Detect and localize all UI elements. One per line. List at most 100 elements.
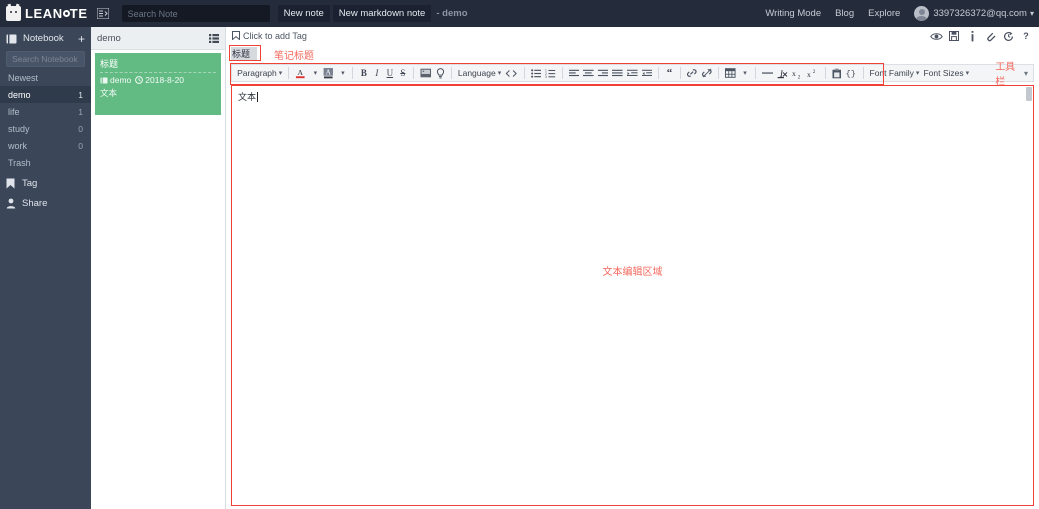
chevron-down-icon[interactable]: ▾	[1030, 9, 1034, 18]
tag-bar[interactable]: Click to add Tag	[226, 27, 1039, 44]
writing-mode-link[interactable]: Writing Mode	[765, 8, 821, 19]
highlight-color-dropdown[interactable]: ▾	[335, 66, 348, 81]
font-sizes-dropdown-label: Font Sizes	[923, 68, 964, 78]
chevron-down-icon: ▾	[341, 70, 345, 77]
sidebar-item-trash[interactable]: Trash	[0, 154, 91, 171]
text-caret	[257, 91, 259, 102]
font-family-dropdown[interactable]: Font Family ▾	[868, 66, 922, 81]
insert-link-button[interactable]	[685, 66, 700, 81]
insert-table-button[interactable]	[723, 66, 738, 81]
toolbar-expand-icon[interactable]: ▾	[1024, 69, 1030, 78]
editor-scrollbar[interactable]	[1025, 86, 1033, 505]
history-icon[interactable]	[999, 28, 1017, 44]
ordered-list-button[interactable]: 1 2 3	[543, 66, 558, 81]
divider	[680, 67, 681, 79]
editor-scrollbar-thumb[interactable]	[1026, 87, 1032, 101]
divider	[561, 67, 563, 79]
divider	[450, 67, 452, 79]
svg-text:2: 2	[813, 69, 816, 75]
notebook-icon	[6, 34, 17, 44]
svg-text:x: x	[807, 69, 811, 78]
navbar-right: Writing Mode Blog Explore 3397326372@qq.…	[765, 6, 1039, 21]
strikethrough-button[interactable]: S	[396, 66, 409, 81]
chevron-down-icon: ▾	[497, 70, 502, 77]
unlink-button[interactable]	[700, 66, 715, 81]
explore-link[interactable]: Explore	[868, 8, 900, 19]
sidebar-item-work[interactable]: work 0	[0, 137, 91, 154]
note-excerpt: 文本	[100, 88, 118, 98]
avatar-icon[interactable]	[914, 6, 930, 21]
note-title-input[interactable]	[231, 46, 257, 60]
note-notebook-label: demo	[110, 75, 132, 85]
sidebar-item-demo[interactable]: demo 1	[0, 86, 91, 103]
sidebar-item-count: 1	[78, 106, 83, 117]
note-title-text: 标题	[100, 57, 216, 73]
sidebar-item-share[interactable]: Share	[0, 193, 91, 213]
align-justify-button[interactable]	[610, 66, 625, 81]
blog-link[interactable]: Blog	[835, 8, 854, 19]
insert-image-button[interactable]	[418, 66, 434, 81]
clear-format-button[interactable]: I	[775, 66, 790, 81]
font-color-button[interactable]: A	[293, 66, 308, 81]
unordered-list-button[interactable]	[529, 66, 544, 81]
font-sizes-dropdown[interactable]: Font Sizes ▾	[921, 66, 971, 81]
list-collapse-icon[interactable]	[96, 8, 109, 19]
sidebar-item-newest[interactable]: Newest	[0, 69, 91, 86]
attachment-icon[interactable]	[981, 28, 999, 44]
language-dropdown[interactable]: Language ▾	[456, 66, 504, 81]
code-block-button[interactable]: {}	[843, 66, 859, 81]
blockquote-button[interactable]: “	[663, 66, 676, 81]
paragraph-dropdown[interactable]: Paragraph ▾	[235, 66, 284, 81]
new-markdown-note-button[interactable]: New markdown note	[332, 5, 432, 22]
align-left-button[interactable]	[567, 66, 582, 81]
editor-content-area[interactable]: 文本 文本编辑区域	[231, 85, 1034, 506]
app-logo[interactable]: LEAN TE	[0, 3, 88, 21]
italic-button[interactable]: I	[370, 66, 383, 81]
align-center-button[interactable]	[581, 66, 596, 81]
tag-add-icon	[232, 31, 240, 40]
sidebar-item-study[interactable]: study 0	[0, 120, 91, 137]
search-input[interactable]	[121, 5, 270, 22]
share-user-icon	[6, 198, 18, 209]
bold-label: B	[360, 68, 367, 78]
list-item[interactable]: 标题 demo 2018-8-20 文本	[95, 53, 221, 115]
search-notebook-input[interactable]	[6, 51, 85, 67]
add-notebook-button[interactable]: +	[78, 33, 85, 45]
save-disk-icon[interactable]	[945, 28, 963, 44]
insert-code-button[interactable]	[503, 66, 519, 81]
superscript-button[interactable]: x 2	[805, 66, 821, 81]
brand-text: LEAN TE	[25, 6, 88, 21]
sidebar: Notebook + Newest demo 1 life 1 study 0 …	[0, 27, 91, 509]
brand-o-icon	[62, 10, 70, 17]
table-dropdown[interactable]: ▾	[738, 66, 751, 81]
paste-button[interactable]	[830, 66, 844, 81]
help-icon[interactable]: ?	[1017, 28, 1035, 44]
new-note-button[interactable]: New note	[277, 5, 330, 22]
svg-text:3: 3	[545, 74, 547, 77]
sidebar-item-tag[interactable]: Tag	[0, 173, 91, 193]
font-color-dropdown[interactable]: ▾	[308, 66, 321, 81]
current-notebook-label: - demo	[436, 8, 468, 19]
outdent-button[interactable]	[640, 66, 655, 81]
note-list-panel: demo 标题 demo 2018-8-20 文本	[91, 27, 226, 509]
subscript-button[interactable]: x 2	[790, 66, 806, 81]
list-layout-icon[interactable]	[209, 33, 219, 43]
insert-hint-button[interactable]	[434, 66, 447, 81]
bold-button[interactable]: B	[357, 66, 370, 81]
preview-eye-icon[interactable]	[927, 28, 945, 44]
note-action-icons: ?	[927, 28, 1035, 44]
sidebar-item-label: Tag	[22, 177, 38, 189]
font-family-dropdown-label: Font Family	[869, 68, 914, 78]
info-icon[interactable]	[963, 28, 981, 44]
sidebar-notebook-header[interactable]: Notebook +	[0, 27, 91, 50]
divider	[523, 67, 525, 79]
horizontal-rule-button[interactable]	[760, 66, 776, 81]
divider	[754, 67, 756, 79]
indent-button[interactable]	[625, 66, 640, 81]
align-right-button[interactable]	[596, 66, 611, 81]
sidebar-item-life[interactable]: life 1	[0, 103, 91, 120]
underline-button[interactable]: U	[383, 66, 396, 81]
highlight-color-button[interactable]: A	[321, 66, 336, 81]
user-email-label[interactable]: 3397326372@qq.com	[933, 8, 1027, 19]
note-title-row: 笔记标题	[226, 44, 1039, 62]
